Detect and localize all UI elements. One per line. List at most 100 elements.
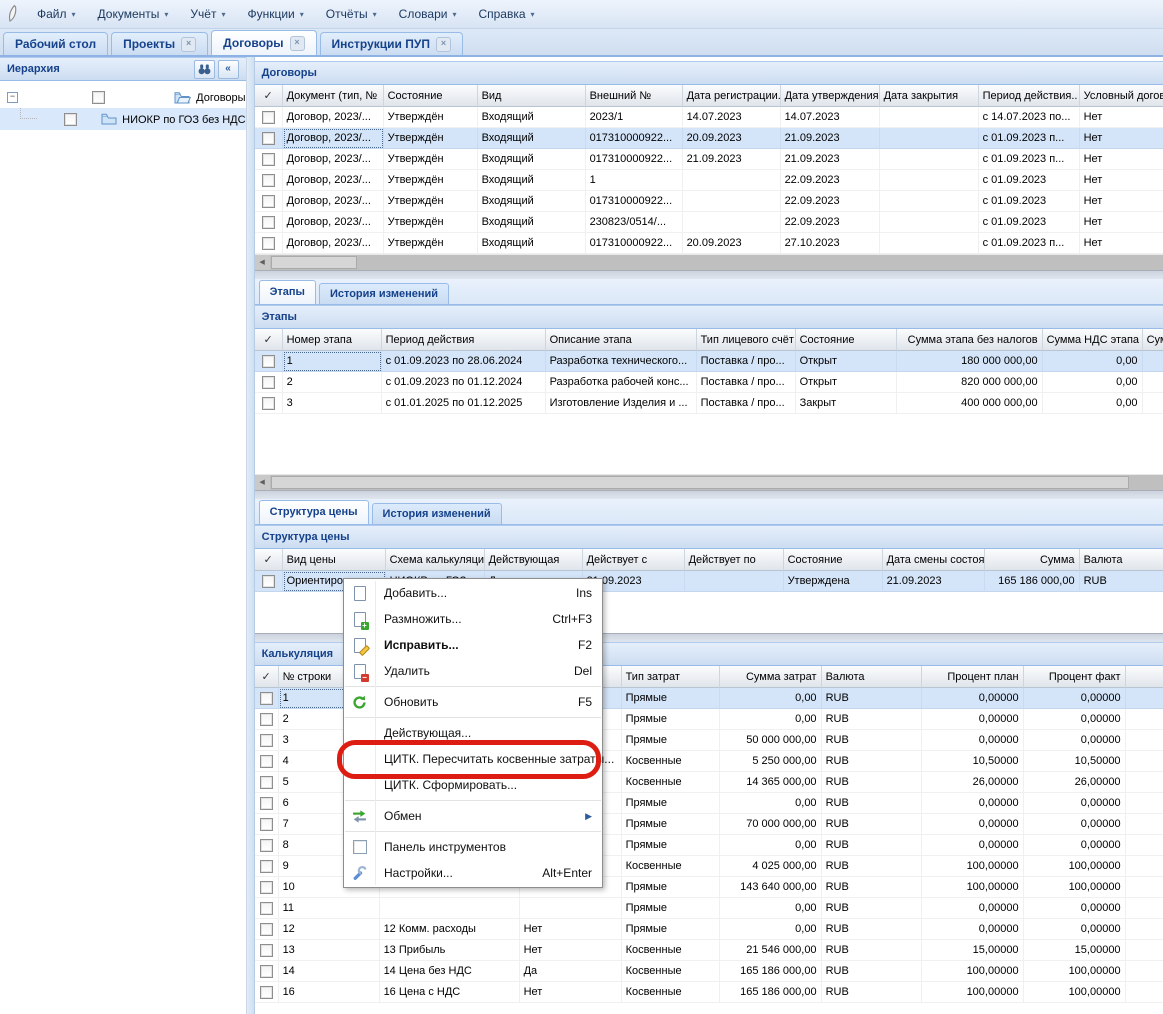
column-header[interactable]: Описание этапа	[546, 329, 697, 351]
table-row[interactable]: Договор, 2023/...УтверждёнВходящий230823…	[255, 212, 1163, 233]
column-header[interactable]: ✓	[255, 329, 283, 351]
row-checkbox[interactable]	[260, 818, 273, 831]
column-header[interactable]: Сум	[1143, 329, 1163, 351]
column-header[interactable]: Внешний №	[586, 85, 683, 107]
table-row[interactable]: Договор, 2023/...УтверждёнВходящий2023/1…	[255, 107, 1163, 128]
row-checkbox[interactable]	[260, 734, 273, 747]
column-header[interactable]: Условный догов	[1080, 85, 1163, 107]
menu-item-4[interactable]: −УдалитьDel	[344, 658, 602, 684]
tab-price-structure[interactable]: Структура цены	[259, 500, 369, 524]
column-header[interactable]: Схема калькуляци	[386, 549, 485, 571]
menubar-item-2[interactable]: Документы▾	[87, 0, 180, 28]
menu-item-15[interactable]: Настройки...Alt+Enter	[344, 860, 602, 886]
tab-stages[interactable]: Этапы	[259, 280, 316, 304]
row-checkbox[interactable]	[262, 132, 275, 145]
app-logo-icon[interactable]	[0, 4, 26, 24]
row-checkbox[interactable]	[260, 692, 273, 705]
contracts-horizontal-scrollbar[interactable]: ◀	[255, 254, 1163, 270]
row-checkbox[interactable]	[260, 902, 273, 915]
column-header[interactable]: Период действия..	[979, 85, 1080, 107]
row-checkbox[interactable]	[262, 111, 275, 124]
column-header[interactable]: Состояние	[796, 329, 897, 351]
tree-checkbox[interactable]	[92, 91, 105, 104]
row-checkbox[interactable]	[260, 881, 273, 894]
row-checkbox[interactable]	[260, 860, 273, 873]
row-checkbox[interactable]	[260, 776, 273, 789]
column-header[interactable]: Период действия	[382, 329, 546, 351]
row-checkbox[interactable]	[262, 216, 275, 229]
menu-item-6[interactable]: ОбновитьF5	[344, 689, 602, 715]
menubar-item-5[interactable]: Отчёты▾	[315, 0, 388, 28]
column-header[interactable]: Действует по	[685, 549, 784, 571]
row-checkbox[interactable]	[260, 965, 273, 978]
table-row[interactable]: Договор, 2023/...УтверждёнВходящий017310…	[255, 128, 1163, 149]
table-row[interactable]: Договор, 2023/...УтверждёнВходящий122.09…	[255, 170, 1163, 191]
column-header[interactable]: Действует с	[583, 549, 685, 571]
table-row[interactable]: 1с 01.09.2023 по 28.06.2024Разработка те…	[255, 351, 1163, 372]
column-header[interactable]: Номер этапа	[283, 329, 382, 351]
table-row[interactable]: 3с 01.01.2025 по 01.12.2025Изготовление …	[255, 393, 1163, 414]
menubar-item-7[interactable]: Справка▾	[467, 0, 545, 28]
column-header[interactable]: Валюта	[1080, 549, 1163, 571]
row-checkbox[interactable]	[260, 986, 273, 999]
menu-item-8[interactable]: Действующая...	[344, 720, 602, 746]
tab-3[interactable]: Договоры×	[211, 30, 316, 55]
table-row[interactable]: 2с 01.09.2023 по 01.12.2024Разработка ра…	[255, 372, 1163, 393]
column-header[interactable]: Дата смены состоя	[883, 549, 985, 571]
tree-expand-icon[interactable]: −	[7, 92, 18, 103]
tab-2[interactable]: Проекты×	[111, 32, 208, 55]
table-row[interactable]: Договор, 2023/...УтверждёнВходящий017310…	[255, 233, 1163, 254]
row-checkbox[interactable]	[260, 839, 273, 852]
column-header[interactable]: Вид цены	[283, 549, 386, 571]
column-header[interactable]: Сумма	[985, 549, 1080, 571]
column-header[interactable]: Тип затрат	[622, 666, 720, 688]
column-header[interactable]: Состояние	[784, 549, 883, 571]
row-checkbox[interactable]	[260, 713, 273, 726]
row-checkbox[interactable]	[260, 797, 273, 810]
row-checkbox[interactable]	[260, 944, 273, 957]
tree-item[interactable]: НИОКР по ГОЗ без НДС	[0, 108, 246, 130]
column-header[interactable]: Сумма НДС этапа	[1043, 329, 1143, 351]
column-header[interactable]: Сумма затрат	[720, 666, 822, 688]
row-checkbox[interactable]	[262, 376, 275, 389]
column-header[interactable]: Дата утверждения	[781, 85, 880, 107]
tab-stages-history[interactable]: История изменений	[319, 283, 449, 304]
stages-horizontal-scrollbar[interactable]: ◀	[255, 474, 1163, 490]
column-header[interactable]: Вид	[478, 85, 586, 107]
tree-checkbox[interactable]	[64, 113, 77, 126]
column-header[interactable]: Документ (тип, №	[283, 85, 384, 107]
search-button[interactable]	[194, 60, 215, 79]
table-row[interactable]: 1212 Комм. расходыНетПрямые0,00RUB0,0000…	[255, 919, 1163, 940]
scrollbar-thumb[interactable]	[271, 476, 1129, 489]
tab-close-icon[interactable]: ×	[290, 36, 305, 51]
tree-item[interactable]: −Договоры	[0, 86, 246, 108]
menu-item-1[interactable]: Добавить...Ins	[344, 580, 602, 606]
tab-price-history[interactable]: История изменений	[372, 503, 502, 524]
scroll-left-arrow-icon[interactable]: ◀	[255, 255, 270, 270]
menu-item-citk-recalc-indirect-costs[interactable]: ЦИТК. Пересчитать косвенные затраты...	[344, 746, 602, 772]
column-header[interactable]: ✓	[255, 666, 279, 688]
menu-item-14[interactable]: Панель инструментов	[344, 834, 602, 860]
menu-item-10[interactable]: ЦИТК. Сформировать...	[344, 772, 602, 798]
row-checkbox[interactable]	[260, 755, 273, 768]
collapse-panel-button[interactable]: «	[218, 60, 239, 79]
row-checkbox[interactable]	[262, 237, 275, 250]
row-checkbox[interactable]	[262, 397, 275, 410]
row-checkbox[interactable]	[262, 355, 275, 368]
row-checkbox[interactable]	[262, 575, 275, 588]
table-row[interactable]: Договор, 2023/...УтверждёнВходящий017310…	[255, 149, 1163, 170]
column-header[interactable]: Процент план	[922, 666, 1024, 688]
row-checkbox[interactable]	[262, 174, 275, 187]
column-header[interactable]: Дата закрытия	[880, 85, 979, 107]
table-row[interactable]: 1313 ПрибыльНетКосвенные21 546 000,00RUB…	[255, 940, 1163, 961]
scroll-left-arrow-icon[interactable]: ◀	[255, 475, 270, 490]
table-row[interactable]: 1414 Цена без НДСДаКосвенные165 186 000,…	[255, 961, 1163, 982]
column-header[interactable]: Дата регистрации.	[683, 85, 781, 107]
column-header[interactable]: ✓	[255, 549, 283, 571]
panel-splitter-vertical[interactable]	[247, 57, 255, 1014]
section-splitter[interactable]	[255, 270, 1163, 279]
menubar-item-4[interactable]: Функции▾	[236, 0, 314, 28]
tab-close-icon[interactable]: ×	[181, 37, 196, 52]
column-header[interactable]: ✓	[255, 85, 283, 107]
menu-item-3[interactable]: Исправить...F2	[344, 632, 602, 658]
